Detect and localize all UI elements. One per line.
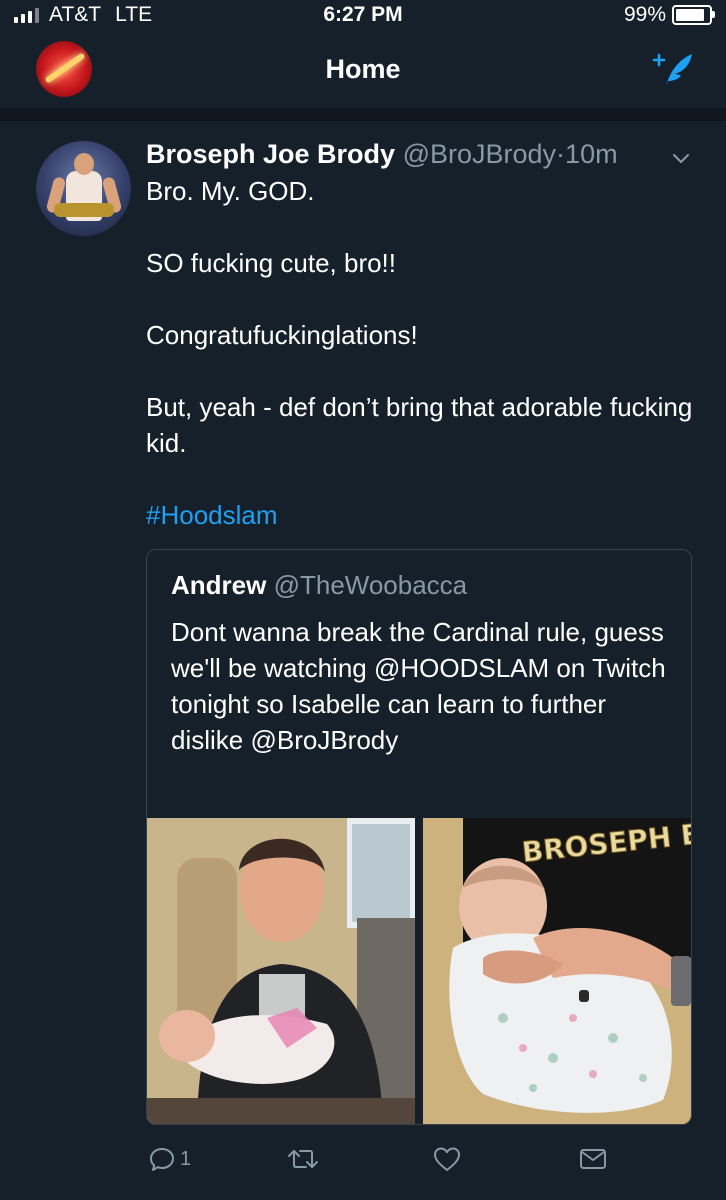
separator-dot: · — [556, 139, 566, 169]
reply-count: 1 — [180, 1147, 192, 1170]
reply-button[interactable]: 1 — [148, 1145, 191, 1173]
compose-tweet-icon — [652, 53, 692, 86]
author-avatar[interactable] — [36, 141, 131, 236]
chevron-down-icon — [673, 154, 689, 163]
tweet[interactable]: Broseph Joe Brody @BroJBrody·10m Bro. My… — [0, 121, 726, 1200]
reply-icon — [150, 1148, 174, 1171]
battery-icon — [672, 5, 715, 25]
battery-percent: 99% — [623, 3, 666, 26]
heart-icon — [434, 1147, 460, 1171]
quoted-author-name: Andrew — [171, 570, 267, 600]
quoted-tweet-header: Andrew @TheWoobacca — [171, 570, 467, 601]
tweet-menu-button[interactable] — [670, 147, 692, 169]
retweet-button[interactable] — [286, 1145, 324, 1173]
quoted-author-handle: @TheWoobacca — [273, 570, 468, 600]
photo-baby-in-blanket[interactable]: BROSEPH BRODY — [423, 818, 691, 1124]
direct-message-button[interactable] — [578, 1145, 608, 1173]
quoted-tweet-media[interactable]: BROSEPH BRODY — [147, 818, 691, 1124]
photo-man-holding-baby[interactable] — [147, 818, 415, 1124]
author-name[interactable]: Broseph Joe Brody — [146, 139, 395, 169]
compose-tweet-button[interactable] — [650, 50, 696, 90]
nav-bar: Home — [0, 30, 726, 109]
author-handle[interactable]: @BroJBrody — [403, 139, 556, 169]
timeline-gap — [0, 108, 726, 121]
retweet-icon — [288, 1150, 318, 1168]
like-button[interactable] — [432, 1145, 466, 1173]
tweet-line: SO fucking cute, bro!! — [146, 248, 397, 278]
envelope-icon — [580, 1149, 606, 1169]
tweet-header: Broseph Joe Brody @BroJBrody·10m — [146, 139, 618, 170]
tweet-text: Bro. My. GOD. SO fucking cute, bro!! Con… — [146, 173, 701, 533]
tweet-time[interactable]: 10m — [565, 139, 618, 169]
tweet-line: Congratufuckinglations! — [146, 320, 418, 350]
quoted-tweet[interactable]: Andrew @TheWoobacca Dont wanna break the… — [146, 549, 692, 1125]
page-title: Home — [325, 54, 401, 84]
hashtag-link[interactable]: #Hoodslam — [146, 497, 701, 533]
status-bar-right: 99% — [623, 3, 715, 27]
quoted-tweet-text: Dont wanna break the Cardinal rule, gues… — [171, 617, 666, 755]
status-bar: AT&T LTE 6:27 PM 99% — [0, 0, 726, 30]
tweet-actions: 1 — [146, 1139, 706, 1183]
tweet-line: But, yeah - def don’t bring that adorabl… — [146, 392, 693, 458]
tweet-line: Bro. My. GOD. — [146, 176, 315, 206]
clock: 6:27 PM — [323, 3, 403, 26]
